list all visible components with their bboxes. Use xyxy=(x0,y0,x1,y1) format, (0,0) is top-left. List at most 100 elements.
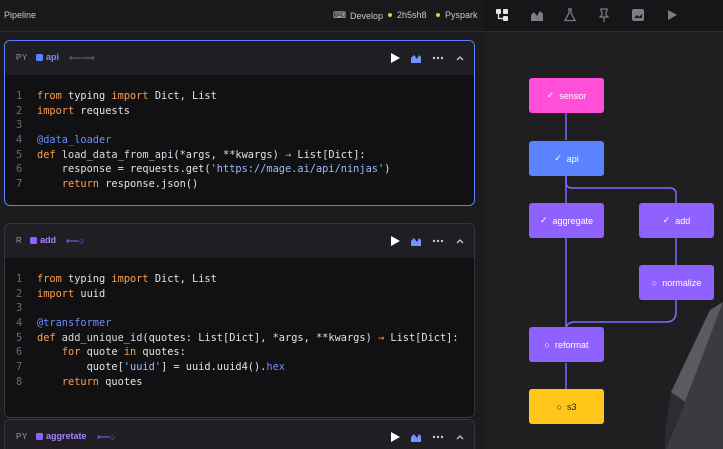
code-line[interactable]: 7 return response.json() xyxy=(5,177,474,192)
code-token: load_data_from_api xyxy=(55,148,174,161)
collapse-icon[interactable] xyxy=(452,233,468,249)
code-line[interactable]: 2 import requests xyxy=(5,104,474,119)
code-token: quote xyxy=(80,346,124,359)
commit-badge[interactable]: 2h5sh8 xyxy=(388,10,427,20)
code-line[interactable]: 5 def add_unique_id(quotes: List[Dict], *… xyxy=(5,331,474,346)
code-block-add[interactable]: R add ⟵○ 1 from typing import Dict, List 2… xyxy=(4,223,475,418)
code-token: quotes xyxy=(99,375,143,388)
pending-icon: ○ xyxy=(556,401,562,412)
code-line[interactable]: 1 from typing import Dict, List xyxy=(5,272,474,287)
code-token: typing xyxy=(61,273,112,285)
block-name[interactable]: add xyxy=(40,235,56,245)
collapse-icon[interactable] xyxy=(452,50,468,66)
code-block-aggretate[interactable]: PY aggretate ⟵○ xyxy=(4,419,475,449)
code-token: 'https://mage.ai/api/ninjas' xyxy=(210,163,385,176)
line-number: 4 xyxy=(16,134,23,147)
code-line[interactable]: 2 import uuid xyxy=(5,287,474,302)
node-aggregate[interactable]: ✓ aggregate xyxy=(529,203,604,238)
block-header: R add ⟵○ xyxy=(5,224,474,258)
chart-icon[interactable] xyxy=(408,50,424,66)
line-number: 3 xyxy=(16,119,23,132)
code-token: List[Dict]: xyxy=(384,331,459,344)
pin-icon[interactable] xyxy=(597,8,611,22)
code-line[interactable]: 1 from typing import Dict, List xyxy=(5,89,474,104)
code-line[interactable]: 7 quote['uuid'] = uuid.uuid4().hex xyxy=(5,360,474,375)
code-line[interactable]: 4 @data_loader xyxy=(5,133,474,148)
code-token: response = requests.get( xyxy=(37,163,211,176)
line-number: 6 xyxy=(16,346,23,359)
code-token: import xyxy=(111,90,149,102)
code-token: hex xyxy=(266,361,285,374)
code-token: 'uuid' xyxy=(123,361,161,374)
node-s3[interactable]: ○ s3 xyxy=(529,389,604,424)
code-token: add_unique_id xyxy=(55,331,143,344)
engine-dot-icon xyxy=(436,13,440,17)
code-line[interactable]: 5 def load_data_from_api(*args, **kwargs)… xyxy=(5,148,474,163)
block-type-icon xyxy=(36,54,43,61)
code-block-api[interactable]: PY api ⟵⟶ 1 from typing import Dict, List… xyxy=(4,40,475,206)
collapse-icon[interactable] xyxy=(452,429,468,445)
dependency-graph[interactable]: ✓ sensor ✓ api ✓ aggregate ✓ add ○ norma… xyxy=(485,32,723,449)
code-area[interactable]: 1 from typing import Dict, List 2 import uu… xyxy=(5,258,474,390)
flask-icon[interactable] xyxy=(563,8,577,22)
connection-icon: ⟵○ xyxy=(97,432,116,442)
block-header: PY aggretate ⟵○ xyxy=(5,420,474,449)
line-number: 2 xyxy=(16,104,23,117)
run-icon[interactable] xyxy=(387,429,403,445)
chart-icon[interactable] xyxy=(530,8,544,22)
code-token: (*args, **kwargs) xyxy=(173,148,285,161)
code-token: Dict, List xyxy=(148,90,217,102)
engine-label: Pyspark xyxy=(445,10,478,20)
code-token: response.json() xyxy=(99,178,199,191)
play-icon[interactable] xyxy=(665,8,679,22)
node-add[interactable]: ✓ add xyxy=(639,203,714,238)
connection-icon: ⟵⟶ xyxy=(69,53,95,63)
more-icon[interactable] xyxy=(430,429,446,445)
check-icon: ✓ xyxy=(662,215,671,225)
line-number: 1 xyxy=(16,90,23,102)
pending-icon: ○ xyxy=(544,339,550,350)
code-token: @transformer xyxy=(37,317,112,330)
code-token: ] = uuid.uuid4(). xyxy=(161,361,267,374)
code-line[interactable]: 6 for quote in quotes: xyxy=(5,345,474,360)
block-language: PY xyxy=(16,53,28,62)
code-line[interactable]: 8 return quotes xyxy=(5,375,474,390)
block-language: PY xyxy=(16,432,28,441)
code-line[interactable]: 4 @transformer xyxy=(5,316,474,331)
code-editor: PY api ⟵⟶ 1 from typing import Dict, List… xyxy=(0,32,485,449)
code-line[interactable]: 3 xyxy=(5,118,474,133)
more-icon[interactable] xyxy=(430,233,446,249)
node-label: api xyxy=(566,153,579,164)
node-api[interactable]: ✓ api xyxy=(529,141,604,176)
line-number: 6 xyxy=(16,163,23,176)
line-number: 7 xyxy=(16,178,23,191)
line-number: 7 xyxy=(16,361,23,374)
block-language: R xyxy=(16,236,23,245)
page-title: Pipeline xyxy=(4,10,37,20)
engine-badge[interactable]: Pyspark xyxy=(436,10,478,20)
chart-icon[interactable] xyxy=(408,429,424,445)
image-icon[interactable] xyxy=(631,8,645,22)
code-line[interactable]: 6 response = requests.get('https://mage.… xyxy=(5,162,474,177)
line-number: 1 xyxy=(16,273,23,285)
code-area[interactable]: 1 from typing import Dict, List 2 import re… xyxy=(5,75,474,192)
node-sensor[interactable]: ✓ sensor xyxy=(529,78,604,113)
run-icon[interactable] xyxy=(387,233,403,249)
node-reformat[interactable]: ○ reformat xyxy=(529,327,604,362)
code-token: from xyxy=(37,273,62,285)
more-icon[interactable] xyxy=(430,50,446,66)
chart-icon[interactable] xyxy=(408,233,424,249)
tree-icon[interactable] xyxy=(495,8,509,22)
check-icon: ✓ xyxy=(554,153,562,163)
develop-button[interactable]: ⌨ Develop xyxy=(333,10,383,21)
block-type-icon xyxy=(30,237,37,244)
code-line[interactable]: 3 xyxy=(5,301,474,316)
block-name[interactable]: aggretate xyxy=(46,431,87,441)
run-icon[interactable] xyxy=(387,50,403,66)
code-token: quote[ xyxy=(37,361,124,374)
code-token: import xyxy=(37,104,75,117)
block-name[interactable]: api xyxy=(46,52,59,62)
line-number: 4 xyxy=(16,317,23,330)
